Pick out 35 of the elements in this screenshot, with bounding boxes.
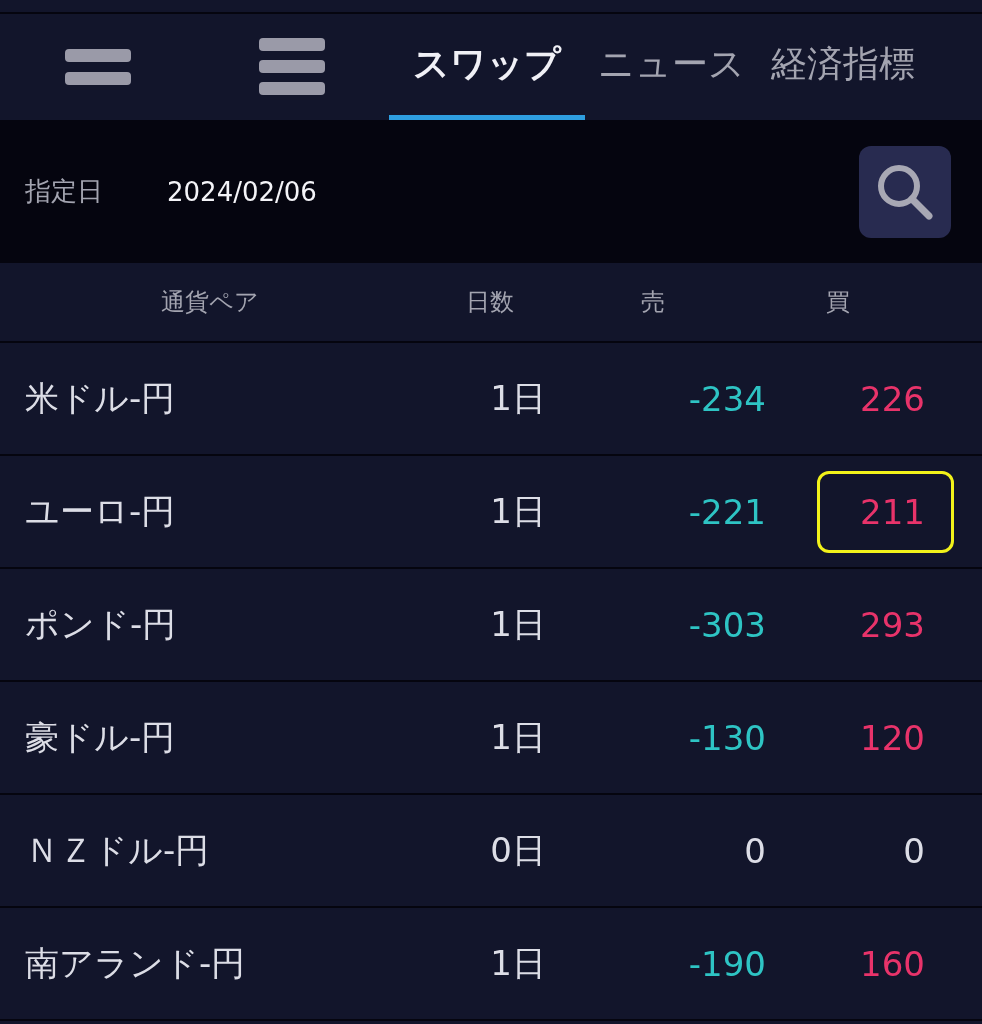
date-value[interactable]: 2024/02/06	[167, 176, 317, 207]
column-header: 売	[639, 287, 666, 318]
tab[interactable]: ニュース	[585, 14, 758, 120]
menu-icon[interactable]	[65, 49, 131, 85]
days-cell-text: 1日	[489, 376, 546, 420]
pair-cell-text: 米ドル-円	[24, 376, 177, 420]
sell-cell-text: -130	[687, 717, 766, 758]
menu-icon[interactable]	[259, 38, 325, 96]
sell-cell-text: 0	[743, 830, 766, 871]
sell-cell-text: -190	[687, 943, 766, 984]
pair-cell-text: ＮＺドル-円	[24, 828, 211, 872]
buy-cell-text: 160	[859, 942, 926, 986]
column-header: 通貨ペア	[160, 287, 260, 318]
date-label: 指定日	[25, 175, 104, 208]
days-cell-text: 1日	[489, 489, 546, 533]
buy-cell-text: 120	[859, 716, 926, 760]
days-cell-text: 0日	[489, 828, 546, 872]
days-cell-text: 1日	[489, 602, 546, 646]
pair-cell-text: 南アランド-円	[24, 941, 247, 985]
column-header: 日数	[465, 287, 515, 318]
buy-cell-text: 0	[902, 829, 926, 873]
sell-cell-text: -303	[687, 604, 766, 645]
buy-cell-text: 293	[859, 603, 926, 647]
pair-cell-text: ユーロ-円	[24, 489, 177, 533]
sell-cell-text: -221	[687, 491, 766, 532]
sell-cell-text: -234	[687, 378, 766, 419]
days-cell-text: 1日	[489, 715, 546, 759]
buy-cell-text: 226	[859, 377, 926, 421]
tab[interactable]: 経済指標	[758, 14, 928, 120]
search-button[interactable]	[859, 145, 951, 238]
pair-cell-text: 豪ドル-円	[24, 715, 177, 759]
days-cell-text: 1日	[489, 941, 546, 985]
buy-cell: 211	[817, 470, 954, 553]
column-header: 買	[824, 287, 851, 318]
pair-cell-text: ポンド-円	[24, 602, 178, 646]
